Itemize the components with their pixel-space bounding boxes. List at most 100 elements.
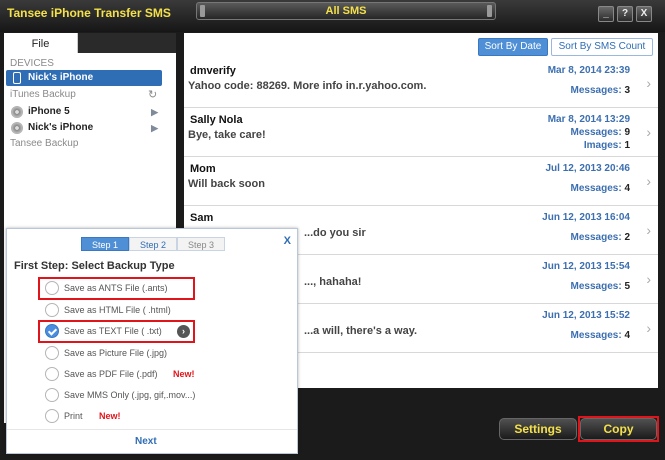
radio-button[interactable] (45, 303, 59, 317)
sidebar-item-label: iPhone 5 (28, 106, 70, 117)
radio-button[interactable] (45, 409, 59, 423)
message-preview: Will back soon (188, 178, 265, 190)
message-preview: Bye, take care! (188, 129, 266, 141)
sidebar-item-iphone-5[interactable]: iPhone 5 ▶ (6, 104, 162, 120)
view-title-tab: All SMS (196, 2, 496, 20)
sms-thread-row[interactable]: Mom Will back soon Jul 12, 2013 20:46 Me… (184, 157, 658, 206)
tab-right-cap (487, 5, 492, 17)
images-value: 1 (624, 140, 630, 151)
message-preview: ...a will, there's a way. (304, 325, 418, 337)
radio-button-checked[interactable] (45, 324, 59, 338)
thread-date: Jun 12, 2013 15:52 (542, 310, 630, 321)
new-badge: New! (99, 411, 121, 421)
arrow-right-circle-icon: › (177, 325, 190, 338)
chevron-right-icon: › (646, 222, 651, 238)
disc-icon (11, 122, 23, 134)
option-label: Save as Picture File (.jpg) (64, 348, 168, 358)
sort-by-date-button[interactable]: Sort By Date (478, 38, 548, 56)
sidebar-item-nicks-iphone-device[interactable]: Nick's iPhone (6, 70, 162, 86)
message-count: Messages: 5 (571, 281, 630, 292)
count-value: 9 (624, 127, 630, 138)
contact-name: Sam (190, 212, 214, 224)
sms-thread-row[interactable]: dmverify Yahoo code: 88269. More info in… (184, 59, 658, 108)
option-label: Save as PDF File (.pdf) (64, 369, 158, 379)
phone-icon (13, 72, 21, 84)
message-preview: ...do you sir (304, 227, 366, 239)
dialog-close-button[interactable]: X (284, 235, 291, 247)
close-button[interactable]: X (636, 6, 652, 22)
contact-name: dmverify (190, 65, 236, 77)
sidebar-item-nicks-iphone-backup[interactable]: Nick's iPhone ▶ (6, 120, 162, 136)
option-label: Save as TEXT File ( .txt) (64, 326, 162, 336)
count-value: 5 (624, 281, 630, 292)
disc-icon (11, 106, 23, 118)
thread-date: Mar 8, 2014 23:39 (547, 65, 630, 76)
option-label: Save as ANTS File (.ants) (64, 283, 168, 293)
chevron-right-icon: › (646, 173, 651, 189)
count-value: 4 (624, 330, 630, 341)
option-html[interactable]: Save as HTML File ( .html) (45, 302, 205, 318)
option-picture[interactable]: Save as Picture File (.jpg) (45, 345, 205, 361)
count-label: Messages: (570, 232, 622, 243)
count-label: Messages: (570, 127, 622, 138)
count-value: 4 (624, 183, 630, 194)
chevron-right-icon: › (646, 320, 651, 336)
settings-button[interactable]: Settings (499, 418, 577, 440)
tab-step-1[interactable]: Step 1 (81, 237, 129, 251)
expand-arrow-icon[interactable]: ▶ (151, 120, 158, 136)
message-preview: ..., hahaha! (304, 276, 362, 288)
radio-button[interactable] (45, 388, 59, 402)
radio-button[interactable] (45, 281, 59, 295)
tab-step-3[interactable]: Step 3 (177, 237, 225, 251)
itunes-backup-header: iTunes Backup (10, 89, 76, 100)
dialog-heading: First Step: Select Backup Type (14, 260, 175, 272)
radio-button[interactable] (45, 367, 59, 381)
option-print[interactable]: Print (45, 408, 205, 424)
tab-strip (78, 33, 176, 53)
chevron-right-icon: › (646, 271, 651, 287)
image-count: Images: 1 (584, 140, 630, 151)
file-tab[interactable]: File (4, 33, 78, 53)
radio-button[interactable] (45, 346, 59, 360)
message-count: Messages: 4 (571, 183, 630, 194)
copy-button[interactable]: Copy (580, 418, 657, 440)
contact-name: Mom (190, 163, 216, 175)
help-button[interactable]: ? (617, 6, 633, 22)
view-title: All SMS (325, 5, 367, 17)
count-label: Messages: (570, 85, 622, 96)
option-mms[interactable]: Save MMS Only (.jpg, gif,.mov...) (45, 387, 205, 403)
next-button[interactable]: Next (135, 436, 157, 447)
message-count: Messages: 4 (571, 330, 630, 341)
thread-date: Jul 12, 2013 20:46 (545, 163, 630, 174)
contact-name: Sally Nola (190, 114, 243, 126)
tab-left-cap (200, 5, 205, 17)
app-title: Tansee iPhone Transfer SMS (7, 6, 171, 20)
option-label: Save MMS Only (.jpg, gif,.mov...) (64, 390, 196, 400)
sort-bar: Sort By Date Sort By SMS Count (184, 33, 658, 59)
message-count: Messages: 3 (571, 85, 630, 96)
option-label: Print (64, 411, 83, 421)
option-label: Save as HTML File ( .html) (64, 305, 171, 315)
sidebar-item-label: Nick's iPhone (28, 122, 94, 133)
tansee-backup-header: Tansee Backup (10, 138, 79, 149)
tab-step-2[interactable]: Step 2 (129, 237, 177, 251)
new-badge: New! (173, 369, 195, 379)
thread-date: Jun 12, 2013 15:54 (542, 261, 630, 272)
thread-date: Jun 12, 2013 16:04 (542, 212, 630, 223)
expand-arrow-icon[interactable]: ▶ (151, 104, 158, 120)
count-label: Messages: (570, 183, 622, 194)
count-value: 2 (624, 232, 630, 243)
refresh-icon[interactable]: ↻ (148, 88, 157, 101)
sidebar-item-label: Nick's iPhone (28, 72, 94, 83)
option-ants[interactable]: Save as ANTS File (.ants) (45, 280, 205, 296)
message-preview: Yahoo code: 88269. More info in.r.yahoo.… (188, 80, 427, 92)
minimize-button[interactable]: _ (598, 6, 614, 22)
step-tabs: Step 1 Step 2 Step 3 (81, 237, 225, 251)
thread-date: Mar 8, 2014 13:29 (547, 114, 630, 125)
count-label: Messages: (570, 281, 622, 292)
sms-thread-row[interactable]: Sally Nola Bye, take care! Mar 8, 2014 1… (184, 108, 658, 157)
count-value: 3 (624, 85, 630, 96)
sort-by-count-button[interactable]: Sort By SMS Count (551, 38, 653, 56)
chevron-right-icon: › (646, 75, 651, 91)
message-count: Messages: 9 (571, 127, 630, 138)
